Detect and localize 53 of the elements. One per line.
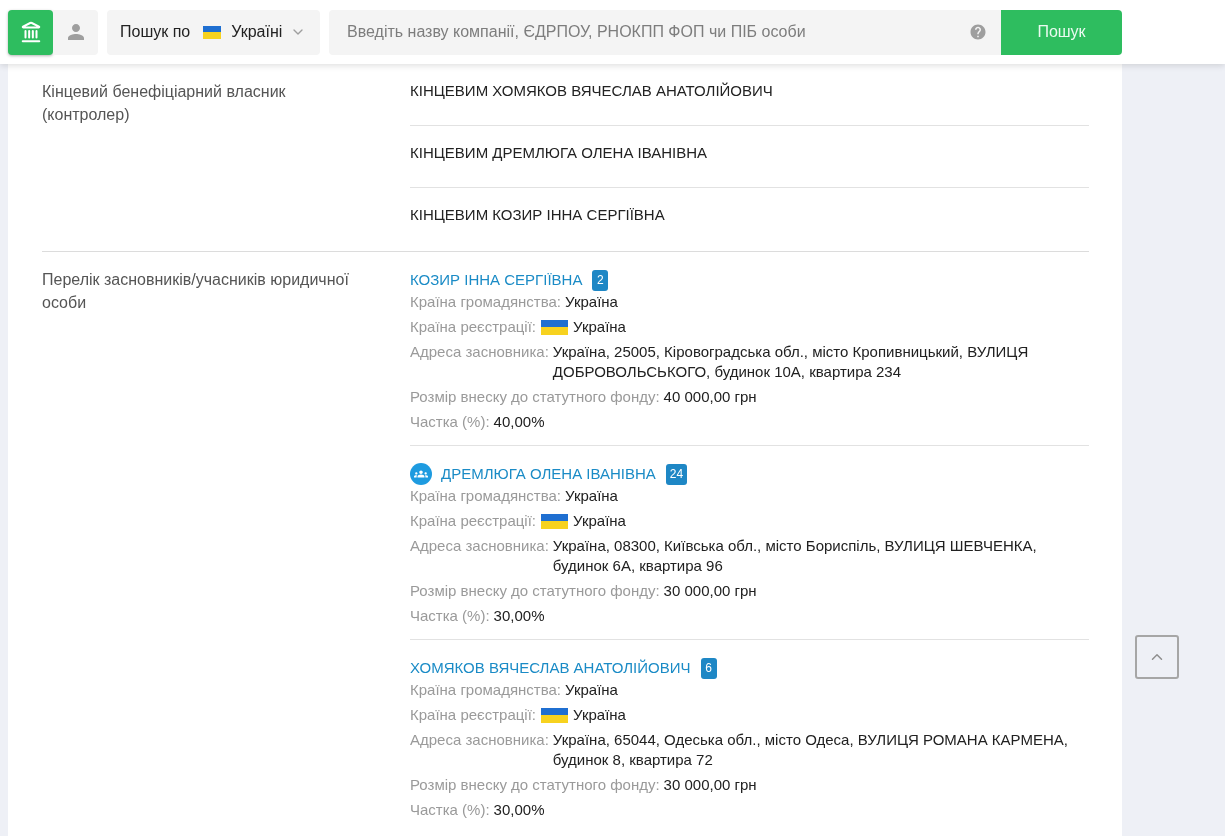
beneficiary-name: КІНЦЕВИМ ХОМЯКОВ ВЯЧЕСЛАВ АНАТОЛІЙОВИЧ bbox=[410, 81, 774, 101]
field-value: Україна bbox=[565, 680, 618, 700]
field-value: Україна, 65044, Одеська обл., місто Одеса, ВУЛИЦЯ РОМАНА КАРМЕНА, будинок 8, квартира 72 bbox=[552, 730, 1069, 770]
field-label: Адреса засновника: bbox=[410, 730, 549, 750]
count-badge: 6 bbox=[700, 657, 717, 679]
field-value: Україна, 08300, Київська обл., місто Бориспіль, ВУЛИЦЯ ШЕВЧЕНКА, будинок 6А, квартира 96 bbox=[552, 536, 1038, 576]
flag-icon bbox=[541, 513, 569, 529]
field-label: Розмір внеску до статутного фонду: bbox=[410, 581, 660, 601]
field-value: Україна bbox=[573, 316, 626, 337]
field-label: Розмір внеску до статутного фонду: bbox=[410, 387, 660, 407]
beneficiary-name: КІНЦЕВИМ КОЗИР ІННА СЕРГІЇВНА bbox=[410, 205, 666, 225]
field-label: Адреса засновника: bbox=[410, 342, 549, 362]
founder-name-link[interactable]: ХОМЯКОВ ВЯЧЕСЛАВ АНАТОЛІЙОВИЧ bbox=[410, 656, 691, 680]
section-label: Кінцевий бенефіціарний власник (контролер) bbox=[42, 82, 287, 125]
field-label: Країна реєстрації: bbox=[410, 316, 537, 337]
founder-name-link[interactable]: ДРЕМЛЮГА ОЛЕНА ІВАНІВНА bbox=[441, 462, 656, 486]
field-value: 30,00% bbox=[493, 800, 545, 820]
home-button[interactable] bbox=[8, 9, 53, 55]
person-button[interactable] bbox=[53, 9, 98, 55]
search-input[interactable]: Введіть назву компанії, ЄДРПОУ, РНОКПП ФОП чи ПІБ особи bbox=[329, 9, 1001, 55]
help-icon[interactable] bbox=[969, 22, 987, 41]
field-label: Країна реєстрації: bbox=[410, 704, 537, 725]
field-label: Країна громадянства: bbox=[410, 680, 562, 700]
field-label: Частка (%): bbox=[410, 412, 490, 432]
field-value: Україна bbox=[573, 704, 626, 725]
field-value: Україна, 25005, Кіровоградська обл., місто Кропивницький, ВУЛИЦЯ ДОБРОВОЛЬСЬКОГО, будинок 10А, квартира 234 bbox=[552, 342, 1030, 382]
field-label: Країна громадянства: bbox=[410, 292, 562, 312]
field-label: Розмір внеску до статутного фонду: bbox=[410, 775, 660, 795]
count-badge: 24 bbox=[665, 463, 688, 485]
field-value: Україна bbox=[565, 292, 618, 312]
scroll-top-button[interactable] bbox=[1135, 635, 1179, 679]
field-value: 40,00% bbox=[493, 412, 545, 432]
field-label: Країна реєстрації: bbox=[410, 510, 537, 531]
flag-icon bbox=[203, 25, 222, 39]
flag-icon bbox=[541, 707, 569, 723]
field-value: Україна bbox=[565, 486, 618, 506]
field-value: 30,00% bbox=[493, 606, 545, 626]
field-value: Україна bbox=[573, 510, 626, 531]
field-value: 30 000,00 грн bbox=[663, 775, 757, 795]
beneficiary-name: КІНЦЕВИМ ДРЕМЛЮГА ОЛЕНА ІВАНІВНА bbox=[410, 143, 709, 163]
flag-icon bbox=[541, 319, 569, 335]
bank-icon bbox=[19, 21, 42, 43]
field-value: 30 000,00 грн bbox=[663, 581, 757, 601]
field-label: Адреса засновника: bbox=[410, 536, 549, 556]
section-label: Перелік засновників/учасників юридичної особи bbox=[42, 270, 350, 313]
founder-name-link[interactable]: КОЗИР ІННА СЕРГІЇВНА bbox=[410, 268, 583, 292]
field-label: Країна громадянства: bbox=[410, 486, 562, 506]
search-button[interactable]: Пошук bbox=[1001, 9, 1122, 55]
field-value: 40 000,00 грн bbox=[663, 387, 757, 407]
count-badge: 2 bbox=[592, 269, 609, 291]
field-label: Частка (%): bbox=[410, 800, 490, 820]
search-scope-dropdown[interactable]: Пошук по Україні bbox=[107, 9, 320, 55]
field-label: Частка (%): bbox=[410, 606, 490, 626]
